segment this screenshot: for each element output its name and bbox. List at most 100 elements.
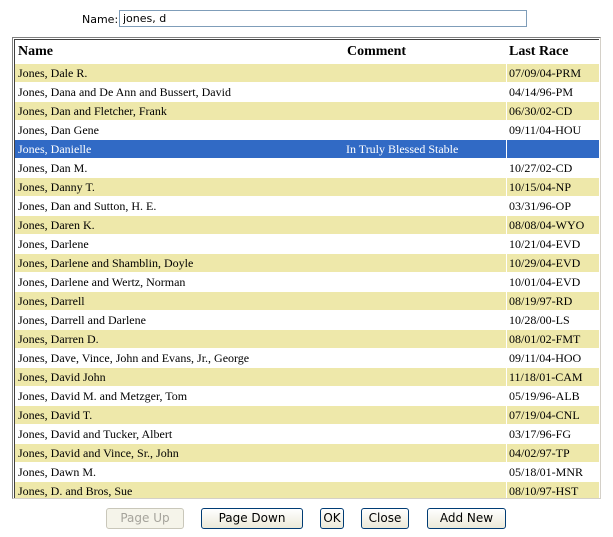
cell-last-race: 08/08/04-WYO <box>507 216 599 234</box>
cell-name: Jones, David M. and Metzger, Tom <box>18 389 188 403</box>
grid-header: Name Comment Last Race <box>15 40 599 64</box>
cell-last-race: 03/17/96-FG <box>509 427 572 441</box>
table-row[interactable]: Jones, Dawn M. 05/18/01-MNR <box>15 463 599 482</box>
cell-last-race: 10/01/04-EVD <box>509 275 581 289</box>
cell-name: Jones, Danielle <box>15 140 346 158</box>
cell-name: Jones, David T. <box>15 406 346 424</box>
cell-comment <box>345 273 506 291</box>
cell-name: Jones, David John <box>15 368 346 386</box>
cell-comment <box>345 387 506 405</box>
table-row[interactable]: Jones, Darlene and Shamblin, Doyle 10/29/… <box>15 254 599 273</box>
cell-comment <box>345 368 506 386</box>
cell-name: Jones, Darlene and Wertz, Norman <box>18 275 186 289</box>
cell-name: Jones, Dan and Fletcher, Frank <box>15 102 346 120</box>
cell-comment <box>345 64 506 82</box>
results-grid-inner: Name Comment Last Race Jones, Dale R. 07/… <box>14 39 599 498</box>
results-grid[interactable]: Name Comment Last Race Jones, Dale R. 07/… <box>12 37 601 499</box>
table-row[interactable]: Jones, David John 11/18/01-CAM <box>15 368 599 387</box>
cell-name: Jones, D. and Bros, Sue <box>15 482 346 498</box>
cell-last-race: 11/18/01-CAM <box>507 368 599 386</box>
table-row[interactable]: Jones, David and Tucker, Albert 03/17/96-… <box>15 425 599 444</box>
table-row[interactable]: Jones, David and Vince, Sr., John 04/02/9… <box>15 444 599 463</box>
cell-last-race: 04/02/97-TP <box>507 444 599 462</box>
close-button[interactable]: Close <box>361 508 409 529</box>
table-row[interactable]: Jones, Darrell and Darlene 10/28/00-LS <box>15 311 599 330</box>
cell-last-race: 08/10/97-HST <box>507 482 599 498</box>
cell-last-race: 08/01/02-FMT <box>507 330 599 348</box>
page-down-button[interactable]: Page Down <box>201 508 303 529</box>
cell-comment <box>345 159 506 177</box>
cell-comment <box>345 235 506 253</box>
cell-last-race: 05/18/01-MNR <box>509 465 584 479</box>
cell-name: Jones, David and Vince, Sr., John <box>15 444 346 462</box>
cell-name: Jones, Daren K. <box>15 216 346 234</box>
table-row[interactable]: Jones, Danny T. 10/15/04-NP <box>15 178 599 197</box>
cell-last-race: 07/19/04-CNL <box>507 406 599 424</box>
column-header-last-race[interactable]: Last Race <box>509 44 569 60</box>
cell-comment <box>345 254 506 272</box>
cell-comment <box>345 216 506 234</box>
cell-name: Jones, David and Tucker, Albert <box>18 427 173 441</box>
table-row[interactable]: Jones, Darrell 08/19/97-RD <box>15 292 599 311</box>
cell-name: Jones, Dan Gene <box>18 123 99 137</box>
name-search-input[interactable] <box>119 10 527 27</box>
table-row[interactable]: Jones, Darlene and Wertz, Norman 10/01/04… <box>15 273 599 292</box>
cell-comment: In Truly Blessed Stable <box>345 140 506 158</box>
cell-last-race: 10/28/00-LS <box>509 313 570 327</box>
cell-last-race: 04/14/96-PM <box>509 85 574 99</box>
table-row[interactable]: Jones, Danielle In Truly Blessed Stable <box>15 140 599 159</box>
column-header-comment[interactable]: Comment <box>347 44 406 60</box>
cell-last-race: 06/30/02-CD <box>507 102 599 120</box>
cell-last-race: 03/31/96-OP <box>509 199 572 213</box>
cell-name: Jones, Darlene <box>18 237 89 251</box>
table-row[interactable]: Jones, Dan M. 10/27/02-CD <box>15 159 599 178</box>
table-row[interactable]: Jones, Darren D. 08/01/02-FMT <box>15 330 599 349</box>
cell-comment <box>345 444 506 462</box>
cell-comment <box>345 292 506 310</box>
table-row[interactable]: Jones, Dan Gene 09/11/04-HOU <box>15 121 599 140</box>
table-row[interactable]: Jones, Daren K. 08/08/04-WYO <box>15 216 599 235</box>
cell-last-race: 10/21/04-EVD <box>509 237 581 251</box>
cell-comment <box>345 83 506 101</box>
cell-comment <box>345 197 506 215</box>
cell-comment <box>345 330 506 348</box>
name-search-row: Name: <box>0 10 613 30</box>
cell-comment <box>345 425 506 443</box>
table-row[interactable]: Jones, David M. and Metzger, Tom 05/19/96… <box>15 387 599 406</box>
cell-last-race: 08/19/97-RD <box>507 292 599 310</box>
table-row[interactable]: Jones, D. and Bros, Sue 08/10/97-HST <box>15 482 599 498</box>
table-row[interactable]: Jones, Dale R. 07/09/04-PRM <box>15 64 599 83</box>
table-row[interactable]: Jones, Dan and Fletcher, Frank 06/30/02-C… <box>15 102 599 121</box>
cell-comment <box>345 102 506 120</box>
table-row[interactable]: Jones, Darlene 10/21/04-EVD <box>15 235 599 254</box>
table-row[interactable]: Jones, Dana and De Ann and Bussert, Davi… <box>15 83 599 102</box>
cell-comment <box>345 178 506 196</box>
page-up-button[interactable]: Page Up <box>106 508 184 529</box>
column-header-name[interactable]: Name <box>18 44 53 60</box>
cell-comment <box>345 349 506 367</box>
cell-name: Jones, Dan M. <box>18 161 88 175</box>
add-new-button[interactable]: Add New <box>427 508 506 529</box>
cell-comment <box>345 463 506 481</box>
table-row[interactable]: Jones, David T. 07/19/04-CNL <box>15 406 599 425</box>
cell-comment <box>345 311 506 329</box>
cell-name: Jones, Dawn M. <box>18 465 96 479</box>
ok-button[interactable]: OK <box>320 508 344 529</box>
cell-last-race: 10/15/04-NP <box>507 178 599 196</box>
cell-comment <box>345 482 506 498</box>
cell-name: Jones, Dana and De Ann and Bussert, Davi… <box>18 85 231 99</box>
cell-last-race: 09/11/04-HOO <box>509 351 582 365</box>
cell-comment <box>345 406 506 424</box>
cell-name: Jones, Dave, Vince, John and Evans, Jr.,… <box>18 351 250 365</box>
cell-name: Jones, Danny T. <box>15 178 346 196</box>
cell-last-race: 09/11/04-HOU <box>509 123 582 137</box>
grid-rows: Jones, Dale R. 07/09/04-PRM Jones, Dana an… <box>15 64 599 498</box>
table-row[interactable]: Jones, Dave, Vince, John and Evans, Jr.,… <box>15 349 599 368</box>
cell-last-race: 10/27/02-CD <box>509 161 573 175</box>
cell-last-race <box>507 140 599 158</box>
table-row[interactable]: Jones, Dan and Sutton, H. E. 03/31/96-OP <box>15 197 599 216</box>
cell-name: Jones, Darrell <box>15 292 346 310</box>
cell-name: Jones, Darrell and Darlene <box>18 313 146 327</box>
cell-name: Jones, Darlene and Shamblin, Doyle <box>15 254 346 272</box>
cell-comment <box>345 121 506 139</box>
